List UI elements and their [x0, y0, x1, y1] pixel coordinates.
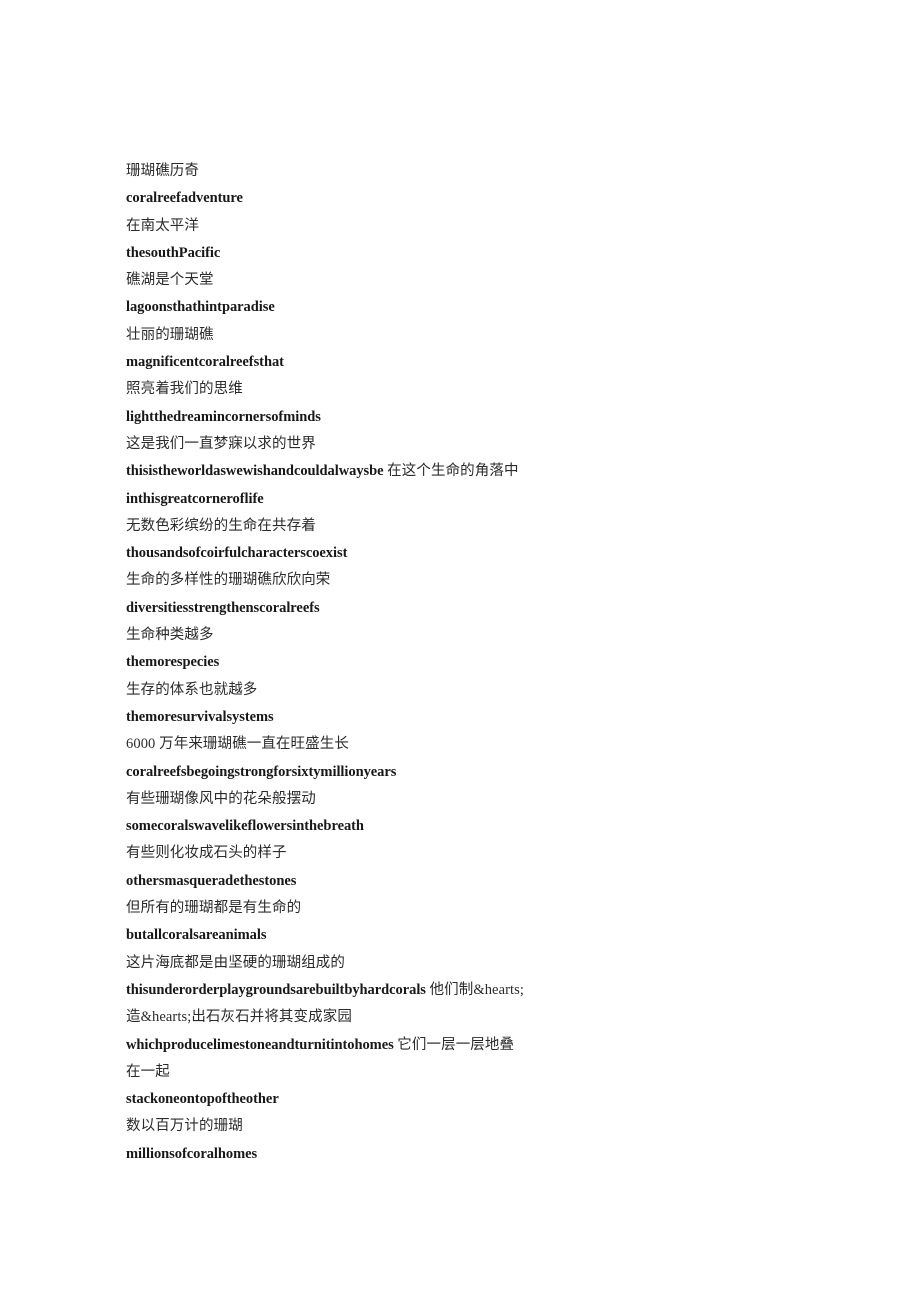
transcript-line: 这片海底都是由坚硬的珊瑚组成的: [126, 954, 345, 971]
transcript-line: themoresurvivalsystems: [126, 708, 274, 725]
transcript-line: themorespecies: [126, 654, 220, 671]
transcript-line: 数以百万计的珊瑚: [126, 1118, 243, 1135]
transcript-line-chinese-run: 在这个生命的角落中: [387, 463, 519, 480]
transcript-line: 生存的体系也就越多: [126, 681, 258, 698]
transcript-line: butallcoralsareanimals: [126, 927, 267, 944]
transcript-line: coralreefadventure: [126, 190, 243, 207]
transcript-line: 珊瑚礁历奇: [126, 163, 199, 179]
transcript-line: diversitiesstrengthenscoralreefs: [126, 599, 320, 616]
transcript-line: thousandsofcoirfulcharacterscoexist: [126, 545, 348, 562]
transcript-line-english-run: whichproducelimestoneandturnitintohomes: [126, 1036, 394, 1053]
transcript-line: coralreefsbegoingstrongforsixtymillionye…: [126, 763, 397, 780]
transcript-line: 生命的多样性的珊瑚礁欣欣向荣: [126, 572, 331, 589]
transcript-line: othersmasqueradethestones: [126, 872, 297, 889]
transcript-line: stackoneontopoftheother: [126, 1091, 279, 1108]
transcript-line-english-run: thisistheworldaswewishandcouldalwaysbe: [126, 463, 384, 480]
transcript-line: 在南太平洋: [126, 217, 199, 234]
transcript-line: thesouthPacific: [126, 244, 221, 261]
transcript-line: 无数色彩缤纷的生命在共存着: [126, 517, 316, 534]
transcript-line: 但所有的珊瑚都是有生命的: [126, 900, 302, 917]
transcript-line: somecoralswavelikeflowersinthebreath: [126, 818, 364, 835]
transcript-line: millionsofcoralhomes: [126, 1145, 258, 1162]
transcript-line: thisistheworldaswewishandcouldalwaysbe 在…: [126, 458, 526, 485]
transcript-line: inthisgreatcorneroflife: [126, 490, 264, 507]
transcript-line: 照亮着我们的思维: [126, 381, 243, 398]
transcript-line: whichproducelimestoneandturnitintohomes …: [126, 1032, 526, 1087]
transcript-line: 礁湖是个天堂: [126, 272, 214, 289]
transcript-line-english-run: thisunderorderplaygroundsarebuiltbyhardc…: [126, 981, 426, 998]
document-page: 珊瑚礁历奇 coralreefadventure 在南太平洋 thesouthPaci…: [0, 0, 920, 1301]
bilingual-transcript-block: 珊瑚礁历奇 coralreefadventure 在南太平洋 thesouthPaci…: [126, 158, 526, 1168]
transcript-line: 生命种类越多: [126, 627, 214, 644]
transcript-line: 6000 万年来珊瑚礁一直在旺盛生长: [126, 736, 349, 753]
transcript-line: 这是我们一直梦寐以求的世界: [126, 435, 316, 452]
transcript-line: 壮丽的珊瑚礁: [126, 326, 214, 343]
transcript-line: lagoonsthathintparadise: [126, 299, 275, 316]
transcript-line: thisunderorderplaygroundsarebuiltbyhardc…: [126, 977, 526, 1032]
transcript-line: 有些珊瑚像风中的花朵般摆动: [126, 790, 316, 807]
transcript-line: magnificentcoralreefsthat: [126, 354, 284, 371]
transcript-line: 有些则化妆成石头的样子: [126, 845, 287, 862]
transcript-line: lightthedreamincornersofminds: [126, 408, 321, 425]
